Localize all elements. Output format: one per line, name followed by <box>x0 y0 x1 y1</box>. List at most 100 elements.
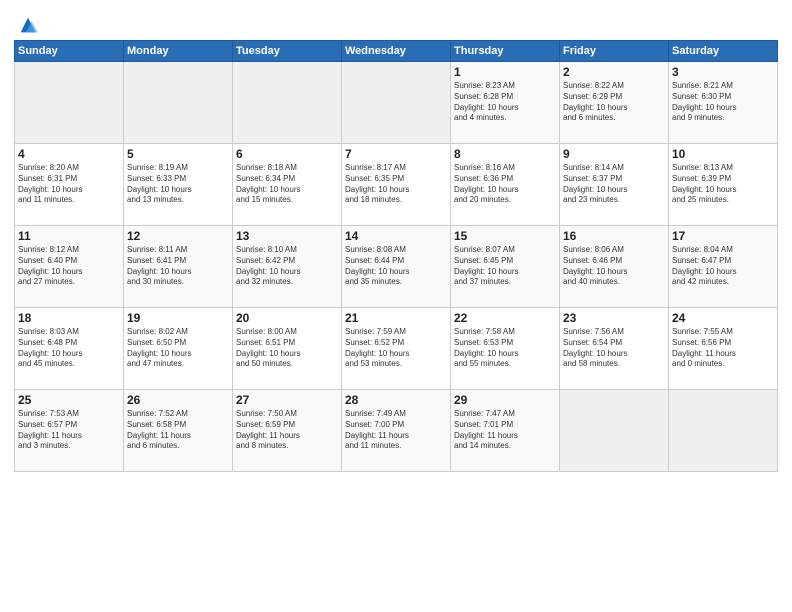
day-info: Sunrise: 8:23 AM Sunset: 6:28 PM Dayligh… <box>454 81 556 124</box>
day-number: 18 <box>18 311 120 325</box>
day-info: Sunrise: 7:58 AM Sunset: 6:53 PM Dayligh… <box>454 327 556 370</box>
day-number: 25 <box>18 393 120 407</box>
day-info: Sunrise: 8:18 AM Sunset: 6:34 PM Dayligh… <box>236 163 338 206</box>
calendar-cell: 26 Sunrise: 7:52 AM Sunset: 6:58 PM Dayli… <box>124 390 233 472</box>
day-info: Sunrise: 8:21 AM Sunset: 6:30 PM Dayligh… <box>672 81 774 124</box>
calendar-cell: 9 Sunrise: 8:14 AM Sunset: 6:37 PM Daylig… <box>560 144 669 226</box>
day-info: Sunrise: 7:49 AM Sunset: 7:00 PM Dayligh… <box>345 409 447 452</box>
calendar-cell: 3 Sunrise: 8:21 AM Sunset: 6:30 PM Daylig… <box>669 62 778 144</box>
day-number: 28 <box>345 393 447 407</box>
day-number: 12 <box>127 229 229 243</box>
day-number: 8 <box>454 147 556 161</box>
day-header-friday: Friday <box>560 41 669 62</box>
calendar-week-row: 18 Sunrise: 8:03 AM Sunset: 6:48 PM Dayli… <box>15 308 778 390</box>
day-info: Sunrise: 7:47 AM Sunset: 7:01 PM Dayligh… <box>454 409 556 452</box>
day-info: Sunrise: 7:50 AM Sunset: 6:59 PM Dayligh… <box>236 409 338 452</box>
header-row: SundayMondayTuesdayWednesdayThursdayFrid… <box>15 41 778 62</box>
calendar-cell <box>342 62 451 144</box>
day-info: Sunrise: 8:00 AM Sunset: 6:51 PM Dayligh… <box>236 327 338 370</box>
calendar-week-row: 1 Sunrise: 8:23 AM Sunset: 6:28 PM Daylig… <box>15 62 778 144</box>
day-number: 3 <box>672 65 774 79</box>
calendar-week-row: 4Sunrise: 8:20 AM Sunset: 6:31 PM Daylig… <box>15 144 778 226</box>
day-number: 2 <box>563 65 665 79</box>
day-info: Sunrise: 8:16 AM Sunset: 6:36 PM Dayligh… <box>454 163 556 206</box>
calendar-cell: 13 Sunrise: 8:10 AM Sunset: 6:42 PM Dayli… <box>233 226 342 308</box>
calendar-cell <box>560 390 669 472</box>
day-number: 6 <box>236 147 338 161</box>
day-info: Sunrise: 7:52 AM Sunset: 6:58 PM Dayligh… <box>127 409 229 452</box>
day-number: 5 <box>127 147 229 161</box>
day-info: Sunrise: 8:03 AM Sunset: 6:48 PM Dayligh… <box>18 327 120 370</box>
day-header-thursday: Thursday <box>451 41 560 62</box>
calendar-cell: 29 Sunrise: 7:47 AM Sunset: 7:01 PM Dayli… <box>451 390 560 472</box>
day-number: 14 <box>345 229 447 243</box>
day-info: Sunrise: 8:12 AM Sunset: 6:40 PM Dayligh… <box>18 245 120 288</box>
day-number: 11 <box>18 229 120 243</box>
day-number: 16 <box>563 229 665 243</box>
day-info: Sunrise: 8:17 AM Sunset: 6:35 PM Dayligh… <box>345 163 447 206</box>
day-number: 15 <box>454 229 556 243</box>
page-container: SundayMondayTuesdayWednesdayThursdayFrid… <box>0 0 792 478</box>
calendar-cell: 24Sunrise: 7:55 AM Sunset: 6:56 PM Dayli… <box>669 308 778 390</box>
calendar-cell: 1 Sunrise: 8:23 AM Sunset: 6:28 PM Daylig… <box>451 62 560 144</box>
calendar-cell: 18 Sunrise: 8:03 AM Sunset: 6:48 PM Dayli… <box>15 308 124 390</box>
calendar-cell: 2 Sunrise: 8:22 AM Sunset: 6:29 PM Daylig… <box>560 62 669 144</box>
calendar-cell: 17Sunrise: 8:04 AM Sunset: 6:47 PM Dayli… <box>669 226 778 308</box>
calendar-cell <box>15 62 124 144</box>
day-header-monday: Monday <box>124 41 233 62</box>
day-number: 23 <box>563 311 665 325</box>
calendar-table: SundayMondayTuesdayWednesdayThursdayFrid… <box>14 40 778 472</box>
day-info: Sunrise: 8:20 AM Sunset: 6:31 PM Dayligh… <box>18 163 120 206</box>
day-info: Sunrise: 8:08 AM Sunset: 6:44 PM Dayligh… <box>345 245 447 288</box>
calendar-cell: 14 Sunrise: 8:08 AM Sunset: 6:44 PM Dayli… <box>342 226 451 308</box>
calendar-cell: 8 Sunrise: 8:16 AM Sunset: 6:36 PM Daylig… <box>451 144 560 226</box>
calendar-cell: 6 Sunrise: 8:18 AM Sunset: 6:34 PM Daylig… <box>233 144 342 226</box>
day-number: 10 <box>672 147 774 161</box>
day-info: Sunrise: 7:59 AM Sunset: 6:52 PM Dayligh… <box>345 327 447 370</box>
logo-icon <box>17 14 39 36</box>
calendar-week-row: 25 Sunrise: 7:53 AM Sunset: 6:57 PM Dayli… <box>15 390 778 472</box>
day-header-wednesday: Wednesday <box>342 41 451 62</box>
day-info: Sunrise: 8:22 AM Sunset: 6:29 PM Dayligh… <box>563 81 665 124</box>
day-info: Sunrise: 8:11 AM Sunset: 6:41 PM Dayligh… <box>127 245 229 288</box>
day-info: Sunrise: 8:14 AM Sunset: 6:37 PM Dayligh… <box>563 163 665 206</box>
day-info: Sunrise: 8:07 AM Sunset: 6:45 PM Dayligh… <box>454 245 556 288</box>
calendar-cell: 25 Sunrise: 7:53 AM Sunset: 6:57 PM Dayli… <box>15 390 124 472</box>
calendar-cell: 15 Sunrise: 8:07 AM Sunset: 6:45 PM Dayli… <box>451 226 560 308</box>
day-number: 22 <box>454 311 556 325</box>
day-header-sunday: Sunday <box>15 41 124 62</box>
day-info: Sunrise: 8:02 AM Sunset: 6:50 PM Dayligh… <box>127 327 229 370</box>
day-number: 9 <box>563 147 665 161</box>
day-number: 29 <box>454 393 556 407</box>
calendar-cell: 16 Sunrise: 8:06 AM Sunset: 6:46 PM Dayli… <box>560 226 669 308</box>
day-info: Sunrise: 7:55 AM Sunset: 6:56 PM Dayligh… <box>672 327 774 370</box>
day-info: Sunrise: 7:53 AM Sunset: 6:57 PM Dayligh… <box>18 409 120 452</box>
day-info: Sunrise: 8:19 AM Sunset: 6:33 PM Dayligh… <box>127 163 229 206</box>
day-header-tuesday: Tuesday <box>233 41 342 62</box>
calendar-cell: 19 Sunrise: 8:02 AM Sunset: 6:50 PM Dayli… <box>124 308 233 390</box>
header <box>14 10 778 36</box>
calendar-week-row: 11 Sunrise: 8:12 AM Sunset: 6:40 PM Dayli… <box>15 226 778 308</box>
logo <box>14 14 39 36</box>
day-info: Sunrise: 8:10 AM Sunset: 6:42 PM Dayligh… <box>236 245 338 288</box>
day-number: 13 <box>236 229 338 243</box>
calendar-cell: 20 Sunrise: 8:00 AM Sunset: 6:51 PM Dayli… <box>233 308 342 390</box>
day-number: 26 <box>127 393 229 407</box>
calendar-cell: 4Sunrise: 8:20 AM Sunset: 6:31 PM Daylig… <box>15 144 124 226</box>
calendar-cell: 22 Sunrise: 7:58 AM Sunset: 6:53 PM Dayli… <box>451 308 560 390</box>
calendar-body: 1 Sunrise: 8:23 AM Sunset: 6:28 PM Daylig… <box>15 62 778 472</box>
calendar-cell <box>233 62 342 144</box>
day-info: Sunrise: 7:56 AM Sunset: 6:54 PM Dayligh… <box>563 327 665 370</box>
day-info: Sunrise: 8:06 AM Sunset: 6:46 PM Dayligh… <box>563 245 665 288</box>
day-number: 1 <box>454 65 556 79</box>
calendar-cell: 11 Sunrise: 8:12 AM Sunset: 6:40 PM Dayli… <box>15 226 124 308</box>
calendar-cell: 7Sunrise: 8:17 AM Sunset: 6:35 PM Daylig… <box>342 144 451 226</box>
day-number: 19 <box>127 311 229 325</box>
day-number: 20 <box>236 311 338 325</box>
calendar-cell <box>669 390 778 472</box>
day-info: Sunrise: 8:13 AM Sunset: 6:39 PM Dayligh… <box>672 163 774 206</box>
day-number: 17 <box>672 229 774 243</box>
calendar-cell: 10 Sunrise: 8:13 AM Sunset: 6:39 PM Dayli… <box>669 144 778 226</box>
calendar-cell: 21Sunrise: 7:59 AM Sunset: 6:52 PM Dayli… <box>342 308 451 390</box>
calendar-cell: 5 Sunrise: 8:19 AM Sunset: 6:33 PM Daylig… <box>124 144 233 226</box>
